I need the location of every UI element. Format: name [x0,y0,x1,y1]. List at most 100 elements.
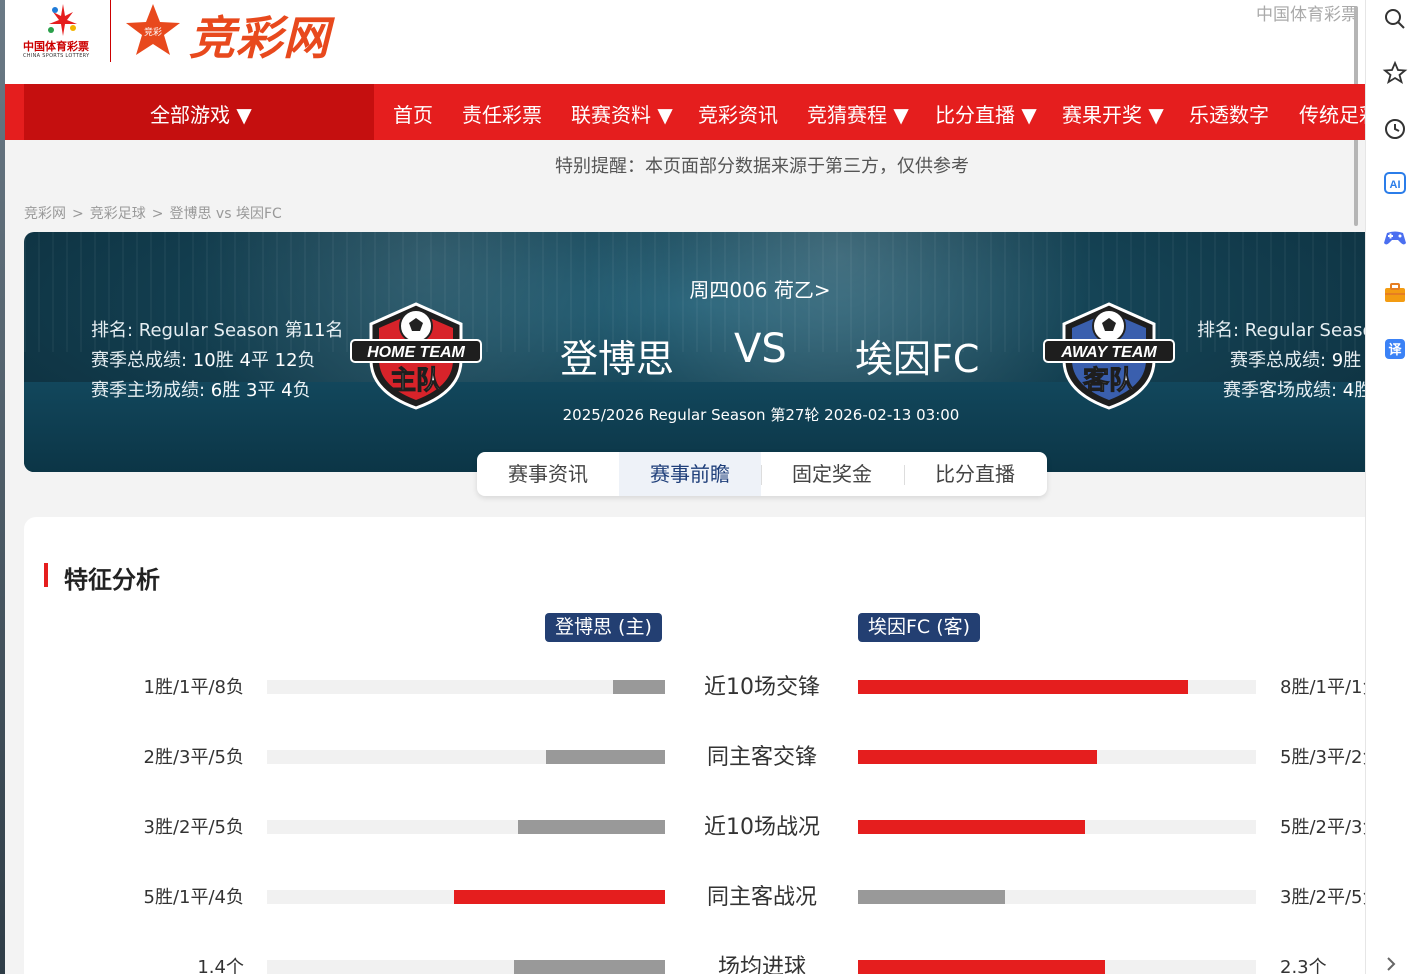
svg-text:客队: 客队 [1083,365,1136,396]
away-team-name: 埃因FC [855,337,980,381]
away-stat-bar [858,680,1188,694]
home-stat-text: 1胜/1平/8负 [143,677,245,698]
away-team-tag: 埃因FC (客) [858,613,981,642]
nav-item-lotto[interactable]: 乐透数字 [1189,99,1269,128]
tab-match-info[interactable]: 赛事资讯 [477,452,619,496]
away-stat-bar [858,820,1085,834]
away-stat-track [858,750,1256,764]
translate-icon[interactable]: 译 [1382,336,1408,362]
tab-divider [904,465,905,485]
nav-item-news[interactable]: 竞彩资讯 [698,99,778,128]
site-name: 竞彩网 [189,11,330,65]
nav-item-schedule[interactable]: 竞猜赛程 ▼ [807,99,909,128]
site-header: 中国体育彩票 CHINA SPORTS LOTTERY 竞彩 竞彩网 中国体育彩… [5,0,1365,84]
away-rank: 排名: Regular Season [1197,320,1365,341]
section-title: 特征分析 [64,566,160,594]
home-stat-text: 5胜/1平/4负 [143,887,245,908]
metric-label: 同主客战况 [706,885,817,910]
star-icon[interactable] [1382,60,1408,86]
match-tabs: 赛事资讯 赛事前瞻 固定奖金 比分直播 [477,452,1047,496]
svg-text:译: 译 [1388,343,1402,358]
breadcrumb-separator: > [72,206,84,222]
section-accent-bar [44,563,48,587]
logo-divider [110,0,111,62]
history-icon[interactable] [1382,116,1408,142]
web-page: 中国体育彩票 CHINA SPORTS LOTTERY 竞彩 竞彩网 中国体育彩… [5,0,1365,974]
home-stat-bar [613,680,665,694]
svg-text:AWAY TEAM: AWAY TEAM [1060,344,1157,361]
site-logo[interactable]: 竞彩 竞彩网 [123,2,363,65]
away-team-badge: AWAY TEAM 客队 [1042,300,1176,412]
away-stat-bar [858,960,1105,974]
home-team-name: 登博思 [560,337,675,381]
main-nav: 全部游戏 ▼ 首页 责任彩票 联赛资料 ▼ 竞彩资讯 竞猜赛程 ▼ 比分直播 ▼… [5,84,1365,140]
away-stat-track [858,680,1256,694]
svg-text:HOME TEAM: HOME TEAM [367,344,465,361]
home-venue-record: 赛季主场成绩: 6胜 3平 4负 [91,380,311,401]
svg-text:主队: 主队 [390,366,443,396]
metric-label: 同主客交锋 [706,745,817,770]
home-stat-bar [514,960,665,974]
nav-all-games-label: 全部游戏 ▼ [150,103,252,127]
breadcrumb: 竞彩网 > 竞彩足球 > 登博思 vs 埃因FC [24,203,282,223]
feature-analysis-card: 特征分析 登博思 (主) 埃因FC (客) 1胜/1平/8负 近10场交锋 8胜/1… [24,517,1365,974]
nav-item-results[interactable]: 赛果开奖 ▼ [1062,99,1164,128]
home-stat-track [267,750,665,764]
home-stat-track [267,890,665,904]
away-stat-bar [858,750,1097,764]
away-team-shield-icon: AWAY TEAM 客队 [1043,302,1175,410]
tab-preview[interactable]: 赛事前瞻 [619,452,761,496]
away-stat-bar [858,890,1005,904]
away-stat-track [858,960,1256,974]
nav-item-traditional[interactable]: 传统足彩 [1299,99,1365,128]
home-stat-text: 1.4个 [197,957,244,974]
site-star-icon: 竞彩 [126,4,180,55]
china-sports-lottery-logo[interactable]: 中国体育彩票 CHINA SPORTS LOTTERY [23,2,103,62]
top-right-link[interactable]: 中国体育彩票 [1256,0,1358,25]
collapse-icon[interactable] [1382,950,1408,974]
metric-label: 近10场交锋 [704,675,820,700]
svg-text:AI: AI [1390,179,1401,191]
home-stat-track [267,820,665,834]
nav-item-responsible[interactable]: 责任彩票 [462,99,542,128]
home-stat-bar [546,750,665,764]
lottery-logo-subtext: CHINA SPORTS LOTTERY [23,53,90,59]
lottery-logo-text: 中国体育彩票 [23,40,89,53]
home-team-badge: HOME TEAM 主队 [349,300,483,412]
home-stat-track [267,680,665,694]
away-stat-text: 3胜/2平/5负 [1280,887,1365,908]
versus-label: VS [734,326,787,372]
breadcrumb-football[interactable]: 竞彩足球 [90,206,146,222]
svg-text:竞彩: 竞彩 [144,26,162,37]
metric-label: 近10场战况 [704,815,820,840]
toolbox-icon[interactable] [1382,280,1408,306]
home-team-tag: 登博思 (主) [545,613,662,642]
game-icon[interactable] [1382,224,1408,250]
ai-icon[interactable]: AI [1382,170,1408,196]
home-team-shield-icon: HOME TEAM 主队 [350,302,482,410]
away-venue-record: 赛季客场成绩: 4胜 [1223,380,1365,401]
tab-fixed-odds[interactable]: 固定奖金 [761,452,903,496]
home-stat-bar [454,890,665,904]
away-stat-text: 5胜/3平/2负 [1280,747,1365,768]
browser-side-panel: AI 译 [1365,0,1424,974]
nav-all-games[interactable]: 全部游戏 ▼ [24,84,374,140]
lottery-star-icon [48,4,77,36]
search-icon[interactable] [1382,6,1408,32]
nav-item-league-data[interactable]: 联赛资料 ▼ [571,99,673,128]
match-meta-link[interactable]: 周四006 荷乙> [24,274,1365,303]
away-stat-text: 5胜/2平/3负 [1280,817,1365,838]
home-rank: 排名: Regular Season 第11名 [91,320,344,341]
home-season-record: 赛季总成绩: 10胜 4平 12负 [91,350,316,371]
match-banner: 周四006 荷乙> 登博思 VS 埃因FC 2025/2026 Regular … [24,232,1365,472]
breadcrumb-home[interactable]: 竞彩网 [24,206,66,222]
away-stat-track [858,890,1256,904]
breadcrumb-match: 登博思 vs 埃因FC [169,206,282,222]
nav-item-live-score[interactable]: 比分直播 ▼ [935,99,1037,128]
metric-label: 场均进球 [717,955,806,974]
nav-item-home[interactable]: 首页 [393,99,433,128]
breadcrumb-separator: > [151,206,164,222]
home-stat-text: 2胜/3平/5负 [143,747,245,768]
home-stat-text: 3胜/2平/5负 [143,817,245,838]
tab-live-score[interactable]: 比分直播 [904,452,1046,496]
